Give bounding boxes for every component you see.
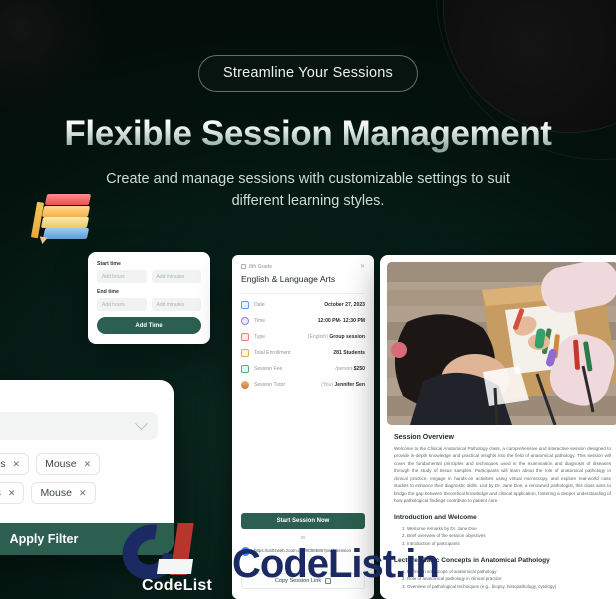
filter-chip[interactable]: Social Studies ✕: [0, 453, 30, 475]
avatar: [241, 381, 249, 389]
clock-icon: [241, 317, 249, 325]
book-orange-icon: [41, 206, 91, 217]
session-row-label: Session Tutor: [254, 382, 286, 388]
session-row-label: Total Enrollment: [254, 350, 291, 356]
grade-badge: 8th Grade: [241, 264, 272, 270]
session-row-prefix: (You): [321, 382, 333, 388]
book-yellow-icon: [40, 217, 90, 228]
site-watermark: CodeList.in: [232, 542, 440, 586]
end-time-label: End time: [97, 289, 119, 295]
start-minutes-input[interactable]: Add minutes: [151, 270, 201, 283]
book-blue-icon: [42, 228, 90, 239]
list-item: Welcome remarks by Dr. Jane Doe: [407, 525, 611, 533]
tag-icon: [241, 333, 249, 341]
session-row-label: Session Fee: [254, 366, 283, 372]
session-row-fee: Session Fee /person $250: [241, 365, 365, 373]
hero-section: Streamline Your Sessions Flexible Sessio…: [0, 0, 616, 213]
session-row-label: Time: [254, 318, 266, 324]
dollar-icon: [241, 365, 249, 373]
filter-chip-label: Social Studies: [0, 458, 6, 470]
session-row-enrollment: Total Enrollment 281 Students: [241, 349, 365, 357]
session-photo: [387, 262, 616, 425]
logo-l-base-icon: [156, 559, 194, 574]
hero-subtitle: Create and manage sessions with customiz…: [106, 171, 510, 210]
session-overview-heading: Session Overview: [394, 434, 454, 441]
session-row-value-text: $250: [353, 366, 365, 372]
session-row-value: (You) Jennifer Sen: [321, 382, 365, 388]
session-row-value: October 27, 2023: [324, 302, 365, 308]
filter-chip-label: anguage Arts: [0, 487, 1, 499]
session-row-tutor: Session Tutor (You) Jennifer Sen: [241, 381, 365, 389]
logo-wordmark: CodeList: [141, 577, 213, 594]
session-row-value-text: Jennifer Sen: [334, 382, 365, 388]
session-row-prefix: /person: [335, 366, 353, 372]
filter-chip[interactable]: Mouse ✕: [36, 453, 101, 475]
add-time-card: Start time Add hours Add minutes End tim…: [88, 252, 210, 344]
session-row-value: 12:00 PM- 12:30 PM: [317, 318, 365, 324]
start-session-button[interactable]: Start Session Now: [241, 513, 365, 529]
session-row-date: Date October 27, 2023: [241, 301, 365, 309]
start-hours-input[interactable]: Add hours: [97, 270, 147, 283]
codelist-logo-watermark: CodeList: [111, 513, 242, 599]
session-card-header: 8th Grade ✕: [241, 263, 365, 270]
hero-pill-badge[interactable]: Streamline Your Sessions: [197, 55, 419, 92]
end-hours-input[interactable]: Add hours: [97, 298, 147, 311]
books-stack-icon: [30, 188, 96, 245]
session-row-value: /person $250: [335, 366, 365, 372]
list-item: Brief overview of the session objectives: [407, 532, 611, 540]
divider: [241, 293, 365, 294]
close-icon[interactable]: ✕: [13, 459, 21, 470]
chevron-down-icon: [135, 416, 148, 430]
page-root: Streamline Your Sessions Flexible Sessio…: [0, 0, 616, 599]
book-red-icon: [44, 194, 92, 205]
add-time-button[interactable]: Add Time: [97, 317, 201, 334]
session-row-label: Type: [254, 334, 266, 340]
start-time-row: Add hours Add minutes: [97, 270, 201, 283]
filter-chip[interactable]: anguage Arts ✕: [0, 482, 25, 504]
session-row-label: Date: [254, 302, 265, 308]
session-row-prefix: (English): [307, 334, 328, 340]
or-separator-label: Or: [300, 535, 306, 540]
start-time-label: Start time: [97, 261, 121, 267]
calendar-icon: [241, 301, 249, 309]
grade-badge-label: 8th Grade: [249, 263, 273, 270]
pencil-tip-icon: [38, 236, 48, 245]
filter-chip-label: Mouse: [45, 458, 77, 470]
classroom-photo-illustration: [387, 262, 616, 425]
end-minutes-input[interactable]: Add minutes: [151, 298, 201, 311]
filter-chip[interactable]: Mouse ✕: [31, 482, 96, 504]
close-icon[interactable]: ✕: [79, 488, 87, 499]
session-row-type: Type (English) Group session: [241, 333, 365, 341]
introduction-heading: Introduction and Welcome: [394, 513, 477, 521]
session-title: English & Language Arts: [241, 274, 336, 284]
subject-select[interactable]: m list: [0, 412, 158, 440]
close-icon[interactable]: ✕: [8, 488, 16, 499]
people-icon: [241, 349, 249, 357]
session-overview-text: Welcome to the Clinical Anatomical Patho…: [394, 446, 611, 504]
filter-chip-label: Mouse: [40, 487, 72, 499]
page-title: Flexible Session Management: [0, 114, 616, 154]
session-row-time: Time 12:00 PM- 12:30 PM: [241, 317, 365, 325]
session-row-value: (English) Group session: [308, 334, 365, 340]
session-row-value-text: Group session: [329, 334, 365, 340]
close-icon[interactable]: ✕: [84, 459, 92, 470]
end-time-row: Add hours Add minutes: [97, 298, 201, 311]
selected-filter-chips: Social Studies ✕ Mouse ✕ anguage Arts ✕ …: [0, 453, 158, 504]
grade-icon: [241, 264, 246, 269]
session-row-value: 281 Students: [333, 350, 365, 356]
close-icon[interactable]: ✕: [360, 263, 365, 270]
